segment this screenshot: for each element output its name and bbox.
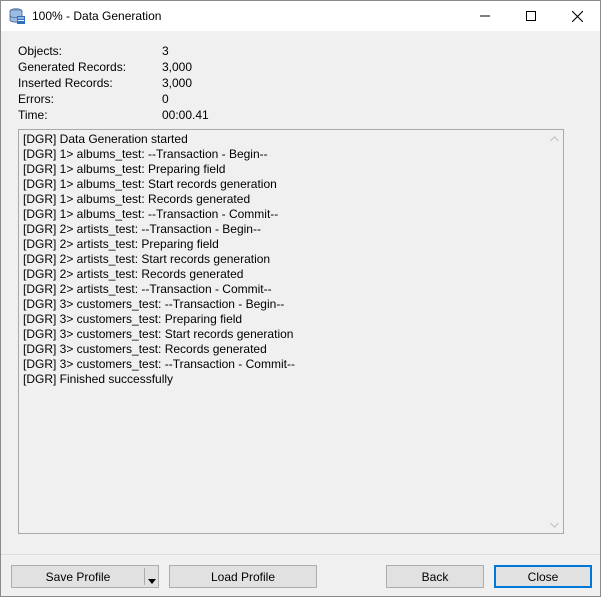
close-icon [571,10,583,22]
log-line: [DGR] 2> artists_test: --Transaction - C… [23,282,272,296]
split-divider [144,568,145,585]
log-line: [DGR] 2> artists_test: Start records gen… [23,252,271,266]
save-profile-button[interactable]: Save Profile [11,565,159,588]
save-profile-label: Save Profile [45,569,111,584]
back-button[interactable]: Back [386,565,484,588]
stat-label: Objects: [18,44,63,58]
scroll-up-button[interactable] [546,130,563,147]
log-scrollbar[interactable] [546,130,563,533]
scroll-down-button[interactable] [546,516,563,533]
minimize-button[interactable] [462,1,508,31]
close-button[interactable]: Close [494,565,592,588]
maximize-icon [526,11,536,21]
dropdown-arrow-icon[interactable] [148,573,156,587]
stat-value: 00:00.41 [162,108,209,122]
log-line: [DGR] 3> customers_test: Records generat… [23,342,267,356]
log-line: [DGR] 3> customers_test: Preparing field [23,312,243,326]
stat-value: 0 [162,92,169,106]
log-line: [DGR] 2> artists_test: Records generated [23,267,244,281]
footer-divider [1,554,600,555]
log-line: [DGR] 1> albums_test: Start records gene… [23,177,277,191]
database-icon [9,8,25,24]
stat-value: 3,000 [162,60,193,74]
log-line: [DGR] 1> albums_test: --Transaction - Be… [23,147,268,161]
log-line: [DGR] 1> albums_test: --Transaction - Co… [23,207,279,221]
maximize-button[interactable] [508,1,554,31]
log-line: [DGR] 3> customers_test: Start records g… [23,327,294,341]
log-line: [DGR] Finished successfully [23,372,174,386]
log-output[interactable]: [DGR] Data Generation started [DGR] 1> a… [18,129,564,534]
log-lines: [DGR] Data Generation started [DGR] 1> a… [23,132,543,387]
stat-value: 3,000 [162,76,193,90]
log-line: [DGR] 2> artists_test: --Transaction - B… [23,222,261,236]
log-line: [DGR] 1> albums_test: Preparing field [23,162,226,176]
log-line: [DGR] 3> customers_test: --Transaction -… [23,297,285,311]
stat-value: 3 [162,44,169,58]
data-generation-window: 100% - Data Generation Objects: 3 Genera… [0,0,601,597]
chevron-up-icon [550,135,559,141]
stat-label: Errors: [18,92,54,106]
minimize-icon [480,15,490,17]
stat-label: Inserted Records: [18,76,113,90]
window-title: 100% - Data Generation [32,9,162,23]
chevron-down-icon [550,522,559,528]
close-window-button[interactable] [554,1,600,31]
title-bar[interactable]: 100% - Data Generation [1,1,600,31]
load-profile-button[interactable]: Load Profile [169,565,317,588]
stat-label: Generated Records: [18,60,127,74]
log-line: [DGR] Data Generation started [23,132,188,146]
log-line: [DGR] 1> albums_test: Records generated [23,192,251,206]
stat-label: Time: [18,108,48,122]
log-line: [DGR] 2> artists_test: Preparing field [23,237,219,251]
log-line: [DGR] 3> customers_test: --Transaction -… [23,357,295,371]
